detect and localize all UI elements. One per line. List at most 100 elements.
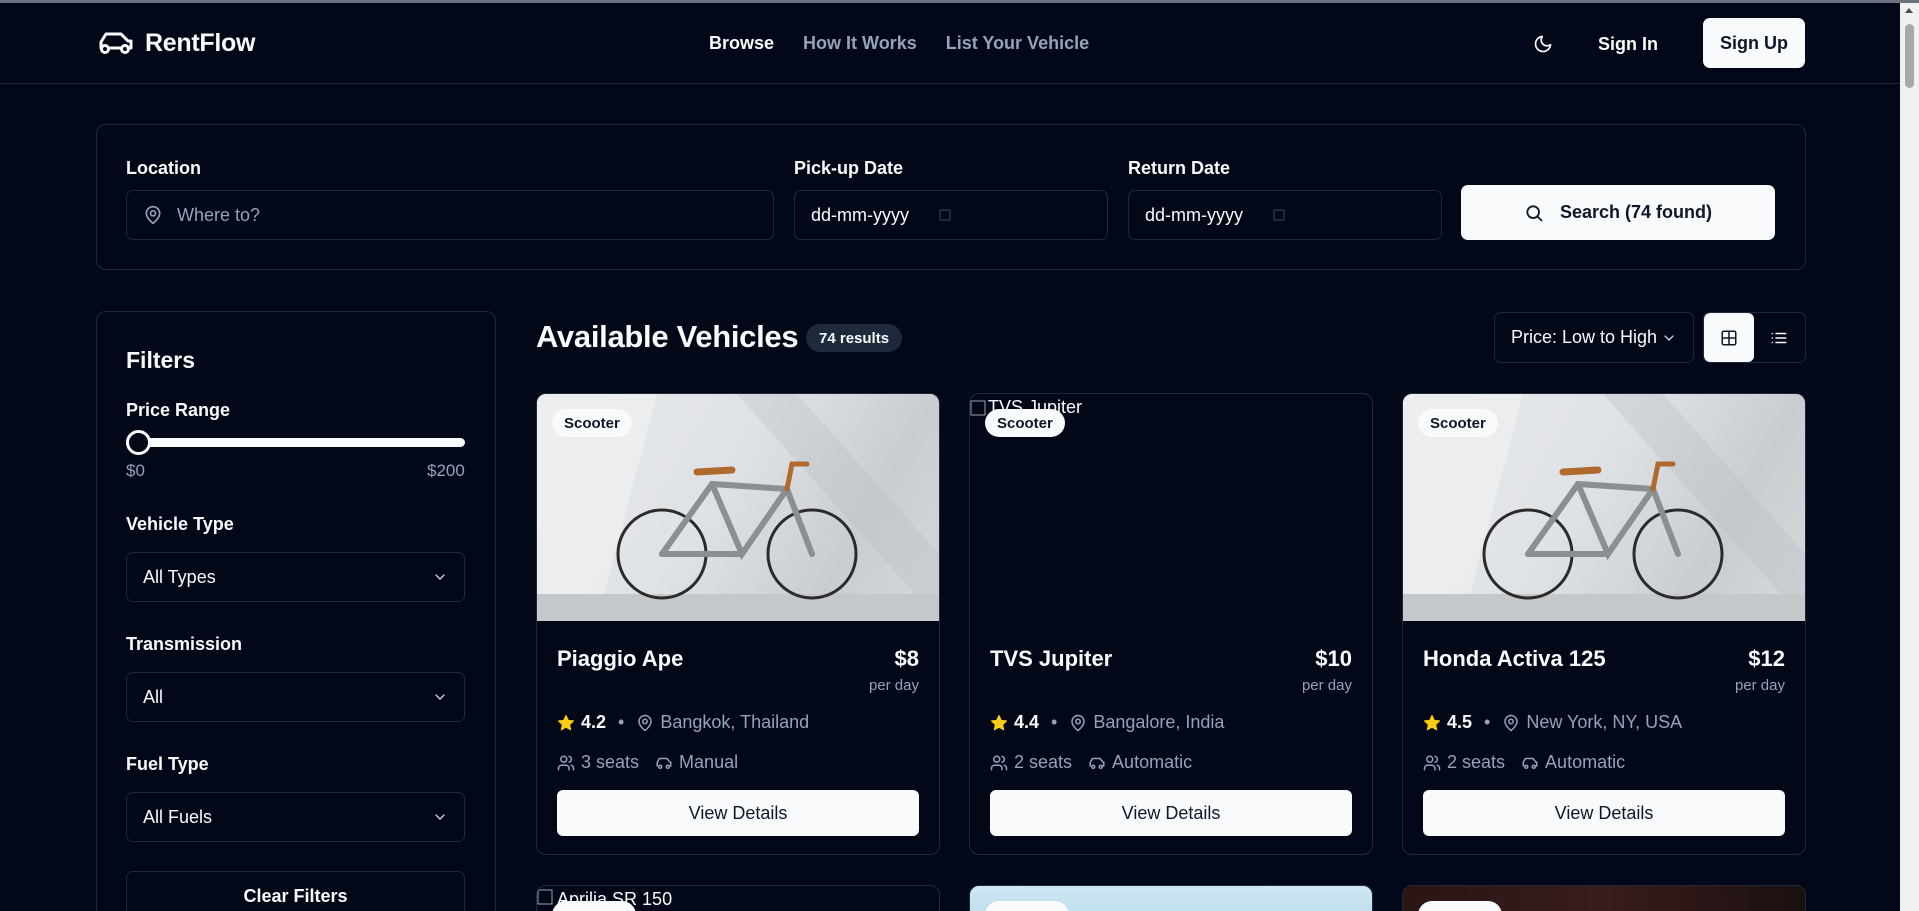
broken-image-icon <box>970 400 986 415</box>
search-icon <box>1526 204 1543 221</box>
view-details-button[interactable]: View Details <box>557 790 919 836</box>
car-icon <box>1089 757 1105 769</box>
star-icon <box>557 714 575 730</box>
location-input[interactable]: Where to? <box>126 190 774 240</box>
vehicle-type-badge <box>985 901 1069 911</box>
vehicle-seats: 2 seats <box>1447 752 1506 772</box>
list-icon <box>1771 332 1787 343</box>
results-title: Available Vehicles <box>536 319 799 354</box>
scrollbar-thumb[interactable] <box>1905 24 1914 88</box>
vehicle-seats: 3 seats <box>581 752 640 772</box>
vehicle-meta-specs: 3 seats Manual <box>557 752 738 773</box>
vehicle-type-badge: Scooter <box>985 409 1065 437</box>
nav-browse[interactable]: Browse <box>709 33 774 54</box>
price-period: per day <box>868 677 919 694</box>
main-nav: Browse How It Works List Your Vehicle <box>709 33 1089 54</box>
map-pin-icon <box>638 714 653 731</box>
vehicle-type-label: Vehicle Type <box>126 514 234 534</box>
vehicle-location: New York, NY, USA <box>1526 712 1683 732</box>
nav-how-it-works[interactable]: How It Works <box>803 33 917 54</box>
users-icon <box>990 755 1008 770</box>
search-button[interactable]: Search (74 found) <box>1461 185 1775 240</box>
vehicle-type-badge <box>1418 901 1502 911</box>
logo[interactable]: RentFlow <box>97 28 255 58</box>
view-toggle-group <box>1703 312 1806 363</box>
price-period: per day <box>1734 677 1785 694</box>
vehicle-rating: 4.5 <box>1447 712 1473 732</box>
price-range-thumb[interactable] <box>126 430 151 455</box>
list-view-button[interactable] <box>1754 313 1804 362</box>
vehicle-name: Piaggio Ape <box>557 646 684 671</box>
price-range-track[interactable] <box>138 438 465 447</box>
transmission-select[interactable]: All <box>126 672 465 722</box>
separator-dot: • <box>618 712 625 732</box>
location-label: Location <box>126 158 201 178</box>
vehicle-card[interactable]: TVS Jupiter Scooter TVS Jupiter $10 per … <box>969 393 1373 855</box>
broken-image-icon <box>537 889 553 905</box>
view-details-button[interactable]: View Details <box>990 790 1352 836</box>
vehicle-meta-rating-location: 4.2 • Bangkok, Thailand <box>557 712 809 733</box>
vehicle-card[interactable]: Scooter Piaggio Ape $8 per day 4.2 • Ban… <box>536 393 940 855</box>
price-min-label: $0 <box>126 461 145 480</box>
transmission-value: All <box>143 686 164 707</box>
price-max-label: $200 <box>427 461 465 480</box>
calendar-icon[interactable] <box>1273 209 1285 221</box>
vehicle-transmission: Automatic <box>1112 752 1193 772</box>
vehicle-card-peek[interactable] <box>969 885 1373 911</box>
car-icon <box>1522 757 1538 769</box>
vehicle-card-peek[interactable] <box>1402 885 1806 911</box>
theme-toggle-button[interactable] <box>1530 31 1556 57</box>
vehicle-card-peek[interactable]: Aprilia SR 150 <box>536 885 940 911</box>
chevron-down-icon <box>435 814 445 820</box>
clear-filters-button[interactable]: Clear Filters <box>126 871 465 911</box>
fuel-type-label: Fuel Type <box>126 754 209 774</box>
return-date-input[interactable]: dd-mm-yyyy <box>1128 190 1442 240</box>
return-date-value: dd-mm-yyyy <box>1145 204 1243 225</box>
price-range-label: Price Range <box>126 400 231 420</box>
view-details-button[interactable]: View Details <box>1423 790 1785 836</box>
map-pin-icon <box>1504 714 1519 731</box>
pickup-date-input[interactable]: dd-mm-yyyy <box>794 190 1108 240</box>
vehicle-price: $12 <box>1748 646 1785 671</box>
car-icon <box>99 32 133 54</box>
pickup-date-label: Pick-up Date <box>794 158 904 178</box>
vehicle-card[interactable]: Scooter Honda Activa 125 $12 per day 4.5… <box>1402 393 1806 855</box>
users-icon <box>557 755 575 770</box>
separator-dot: • <box>1484 712 1491 732</box>
nav-list-vehicle[interactable]: List Your Vehicle <box>946 33 1089 54</box>
sign-in-button[interactable]: Sign In <box>1598 34 1658 55</box>
calendar-icon[interactable] <box>939 209 951 221</box>
site-header: RentFlow Browse How It Works List Your V… <box>0 3 1900 84</box>
price-period: per day <box>1301 677 1352 694</box>
vehicle-type-select[interactable]: All Types <box>126 552 465 602</box>
fuel-type-value: All Fuels <box>143 806 213 827</box>
vehicle-rating: 4.2 <box>581 712 607 732</box>
car-icon <box>656 757 672 769</box>
vehicle-type-badge: Scooter <box>552 409 632 437</box>
app-name: RentFlow <box>145 28 256 57</box>
chevron-down-icon <box>435 574 445 580</box>
scroll-up-arrow-icon[interactable] <box>1905 8 1913 13</box>
sort-value: Price: Low to High <box>1511 327 1658 347</box>
chevron-down-icon <box>1664 334 1674 341</box>
search-button-label: Search (74 found) <box>1559 202 1713 222</box>
sort-select[interactable]: Price: Low to High <box>1494 312 1694 363</box>
sign-up-button[interactable]: Sign Up <box>1703 18 1805 68</box>
scrollbar-track[interactable] <box>1900 3 1919 911</box>
vehicle-name: Honda Activa 125 <box>1423 646 1606 671</box>
users-icon <box>1423 755 1441 770</box>
vehicle-location: Bangkok, Thailand <box>660 712 810 732</box>
fuel-type-select[interactable]: All Fuels <box>126 792 465 842</box>
vehicle-type-badge <box>552 901 636 911</box>
vehicle-meta-rating-location: 4.5 • New York, NY, USA <box>1423 712 1682 733</box>
filters-title: Filters <box>126 347 196 373</box>
vehicle-rating: 4.4 <box>1014 712 1040 732</box>
grid-view-button[interactable] <box>1704 313 1754 362</box>
pickup-date-value: dd-mm-yyyy <box>811 204 909 225</box>
moon-icon <box>1534 35 1552 53</box>
vehicle-seats: 2 seats <box>1014 752 1073 772</box>
vehicle-transmission: Automatic <box>1545 752 1626 772</box>
vehicle-meta-specs: 2 seats Automatic <box>1423 752 1625 773</box>
transmission-label: Transmission <box>126 634 243 654</box>
vehicle-price: $8 <box>894 646 919 671</box>
